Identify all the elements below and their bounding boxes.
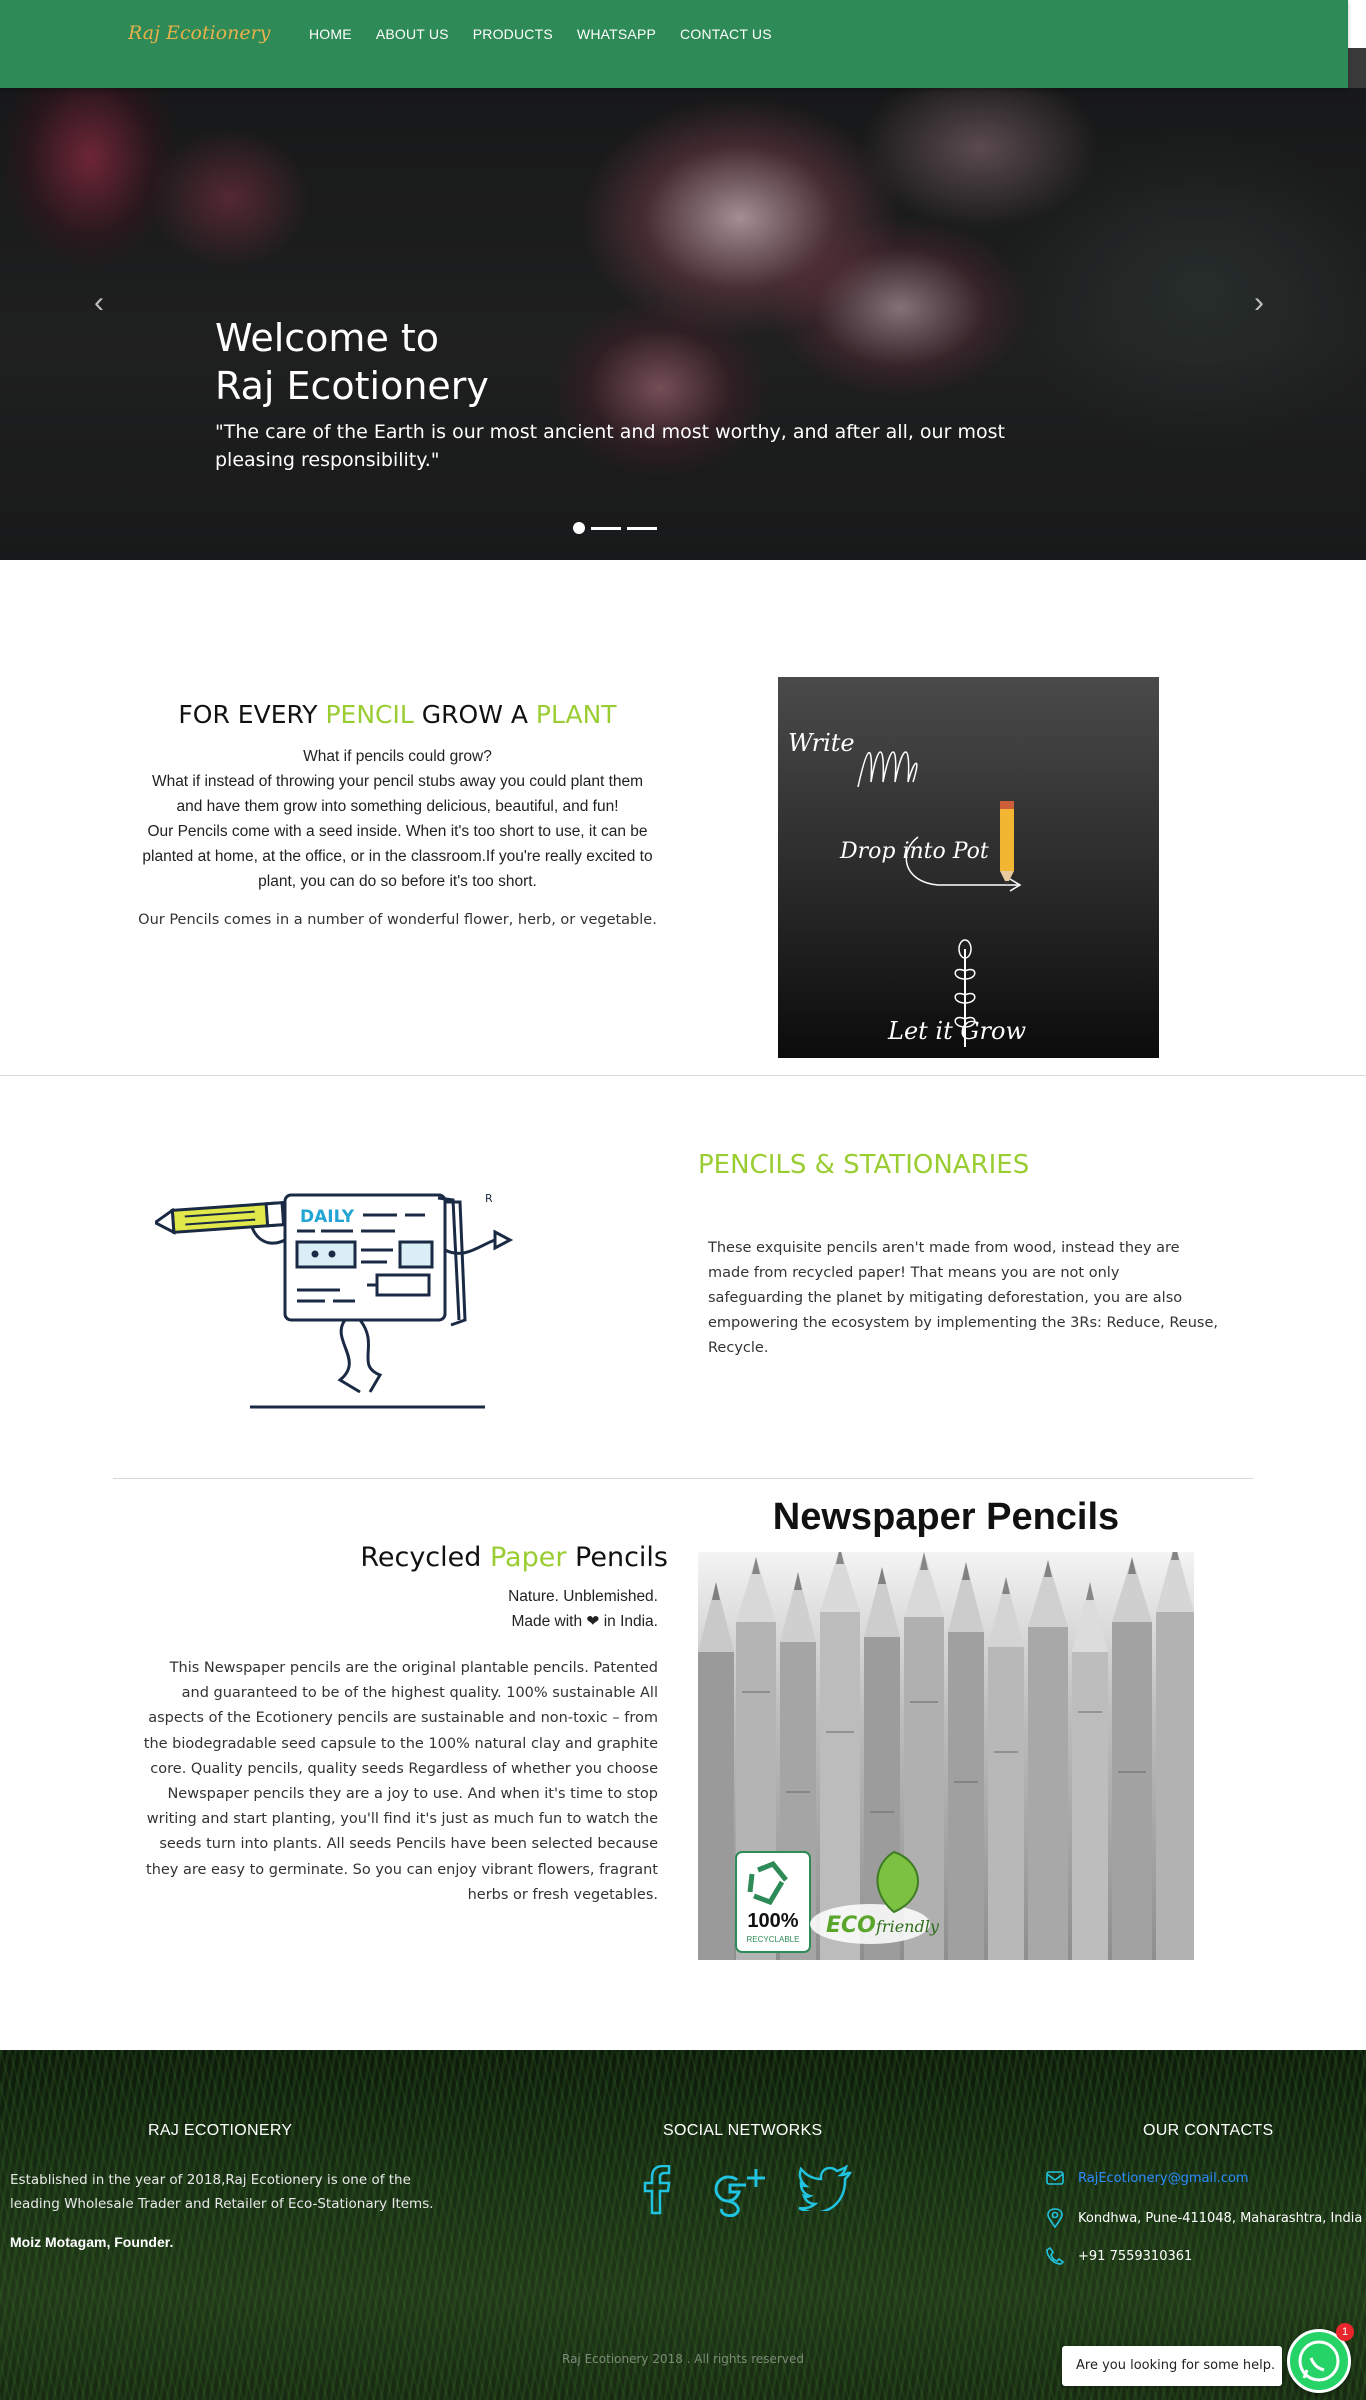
heading-text: FOR EVERY	[178, 700, 326, 729]
tagline-made-in-india: Made with ❤ in India.	[300, 1609, 658, 1634]
newspaper-pencil-description: This Newspaper pencils are the original …	[143, 1660, 658, 1903]
hero-carousel: ‹ › Welcome to Raj Ecotionery "The care …	[0, 88, 1366, 560]
nav-contact-us[interactable]: CONTACT US	[680, 26, 772, 42]
contact-phone[interactable]: +91 7559310361	[1078, 2249, 1192, 2264]
heading-accent: Paper	[489, 1542, 567, 1573]
navbar: Raj Ecotionery HOME ABOUT US PRODUCTS WH…	[0, 0, 1348, 88]
footer-social-heading: SOCIAL NETWORKS	[663, 2122, 823, 2139]
twitter-icon[interactable]	[798, 2165, 852, 2211]
heading-text: Recycled	[360, 1542, 490, 1573]
brand-logo[interactable]: Raj Ecotionery	[128, 22, 270, 44]
heart-icon: ❤	[586, 1613, 600, 1630]
footer-about-heading: RAJ ECOTIONERY	[148, 2122, 293, 2139]
google-plus-icon[interactable]	[712, 2165, 770, 2217]
pencils-stationaries-heading: PENCILS & STATIONARIES	[698, 1150, 1030, 1180]
carousel-indicator-1[interactable]	[573, 522, 585, 534]
contact-phone-row: +91 7559310361	[1046, 2247, 1192, 2265]
scroll-strip	[1348, 48, 1366, 88]
hero-title-line1: Welcome to	[215, 316, 440, 360]
tagline: Nature. Unblemished. Made with ❤ in Indi…	[300, 1584, 658, 1634]
nav-about-us[interactable]: ABOUT US	[376, 26, 449, 42]
badge-friendly-text: friendly	[875, 1917, 940, 1936]
newspaper-mascot-illustration: DAILY R	[155, 1192, 514, 1409]
chalk-write-text: Write	[788, 729, 855, 757]
footer-about-text: Established in the year of 2018,Raj Ecot…	[10, 2172, 434, 2212]
contact-address-row: Kondhwa, Pune-411048, Maharashtra, India	[1046, 2208, 1362, 2228]
section-divider	[113, 1478, 1253, 1479]
carousel-indicator-3[interactable]	[627, 526, 657, 530]
badge-100-text: 100%	[747, 1910, 798, 1932]
heading-accent: PENCIL	[325, 700, 414, 729]
facebook-icon[interactable]	[638, 2165, 674, 2215]
pencil-variety-note: Our Pencils comes in a number of wonderf…	[138, 912, 657, 928]
hero-title-line2: Raj Ecotionery	[215, 364, 489, 408]
tagline-text: in India.	[599, 1613, 658, 1630]
chalk-grow-text: Let it Grow	[888, 1017, 1026, 1045]
phone-icon	[1046, 2247, 1064, 2265]
carousel-indicator-2[interactable]	[591, 526, 621, 530]
hero-title: Welcome to Raj Ecotionery	[215, 314, 489, 410]
contact-email-row: RajEcotionery@gmail.com	[1046, 2170, 1249, 2186]
footer-contacts-heading: OUR CONTACTS	[1143, 2122, 1274, 2139]
pencils-artwork: 100% RECYCLABLE ECO friendly	[698, 1552, 1194, 1960]
tagline-nature: Nature. Unblemished.	[508, 1588, 658, 1605]
heading-text: Pencils	[566, 1542, 668, 1573]
map-pin-icon	[1047, 2208, 1063, 2228]
carousel-next-icon[interactable]: ›	[1254, 286, 1264, 320]
heading-accent: PLANT	[535, 700, 617, 729]
chat-prompt-bubble[interactable]: Are you looking for some help.	[1062, 2346, 1282, 2386]
carousel-indicators	[573, 522, 657, 534]
pencils-photo: 100% RECYCLABLE ECO friendly	[698, 1552, 1194, 1960]
scribble-icon	[857, 751, 918, 788]
nav-menu: HOME ABOUT US PRODUCTS WHATSAPP CONTACT …	[309, 26, 772, 42]
footer-founder: Moiz Motagam, Founder.	[10, 2234, 174, 2250]
whatsapp-icon	[1298, 2340, 1340, 2382]
hero-quote: "The care of the Earth is our most ancie…	[215, 421, 1005, 471]
envelope-icon	[1046, 2171, 1064, 2185]
illustration-r-mark: R	[485, 1192, 493, 1205]
illustration-daily-label: DAILY	[300, 1207, 355, 1227]
intro-line: What if instead of throwing your pencil …	[151, 773, 644, 815]
badge-eco-text: ECO	[826, 1913, 876, 1938]
nav-products[interactable]: PRODUCTS	[473, 26, 553, 42]
contact-email-link[interactable]: RajEcotionery@gmail.com	[1078, 2171, 1249, 2186]
recycled-paper-description: These exquisite pencils aren't made from…	[708, 1240, 1218, 1356]
chalkboard-image: Write Drop into Pot Let it Grow	[778, 677, 1159, 1058]
notification-badge: 1	[1336, 2323, 1354, 2341]
carousel-prev-icon[interactable]: ‹	[94, 286, 104, 320]
intro-line: What if pencils could grow?	[303, 748, 492, 765]
pencil-intro-text: What if pencils could grow? What if inst…	[140, 744, 655, 894]
newspaper-pencils-image: Newspaper Pencils 100% RECYCLABLE ECO fr…	[698, 1490, 1194, 1960]
contact-address: Kondhwa, Pune-411048, Maharashtra, India	[1078, 2210, 1363, 2226]
image-title: Newspaper Pencils	[772, 1496, 1120, 1538]
heading-text: GROW A	[413, 700, 536, 729]
section-heading-pencil-plant: FOR EVERY PENCIL GROW A PLANT	[130, 700, 665, 729]
recycled-paper-pencils-heading: Recycled Paper Pencils	[300, 1542, 668, 1573]
badge-recyclable-text: RECYCLABLE	[747, 1935, 800, 1944]
pencil-icon	[1000, 801, 1014, 885]
section-divider	[0, 1075, 1366, 1076]
tagline-text: Made with	[511, 1613, 587, 1630]
nav-whatsapp[interactable]: WHATSAPP	[577, 26, 656, 42]
nav-home[interactable]: HOME	[309, 26, 352, 42]
intro-line: Our Pencils come with a seed inside. Whe…	[142, 823, 653, 890]
